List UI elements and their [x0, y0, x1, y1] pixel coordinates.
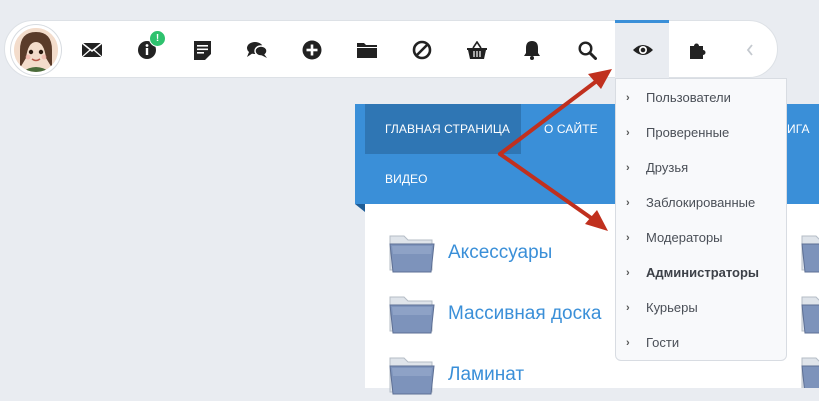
dropdown-item[interactable]: › Гости [616, 325, 786, 360]
category-label[interactable]: Массивная доска [448, 304, 601, 323]
notification-badge: ! [149, 30, 166, 47]
dropdown-item[interactable]: › Модераторы [616, 220, 786, 255]
dropdown-item-label: Модераторы [646, 230, 723, 245]
dropdown-item[interactable]: › Пользователи [616, 80, 786, 115]
chevron-right-icon: › [626, 196, 630, 209]
chat-icon[interactable] [246, 39, 268, 61]
category-item[interactable]: Аксессуары [388, 230, 552, 274]
dropdown-item-label: Проверенные [646, 125, 730, 140]
folder-icon [388, 352, 436, 396]
folder-icon[interactable] [356, 39, 378, 61]
folder-icon [388, 291, 436, 335]
dropdown-item[interactable]: › Курьеры [616, 290, 786, 325]
navbar-fold-corner [355, 204, 365, 212]
chevron-right-icon: › [626, 126, 630, 139]
nav-item-about[interactable]: О САЙТЕ [544, 122, 598, 136]
folder-icon [388, 230, 436, 274]
category-label[interactable]: Аксессуары [448, 243, 552, 262]
block-icon[interactable] [411, 39, 433, 61]
dropdown-item[interactable]: › Проверенные [616, 115, 786, 150]
category-item[interactable]: Ламинат [388, 352, 524, 396]
eye-icon[interactable] [632, 39, 654, 61]
chevron-right-icon: › [626, 231, 630, 244]
chevron-right-icon: › [626, 301, 630, 314]
dropdown-item-label: Курьеры [646, 300, 698, 315]
dropdown-item-label: Гости [646, 335, 680, 350]
chevron-right-icon: › [626, 336, 630, 349]
chevron-right-icon: › [626, 161, 630, 174]
chevron-left-icon[interactable] [739, 39, 761, 61]
folder-icon [800, 352, 819, 388]
add-icon[interactable] [301, 39, 323, 61]
chevron-right-icon: › [626, 266, 630, 279]
dropdown-item[interactable]: › Заблокированные [616, 185, 786, 220]
dropdown-item-label: Пользователи [646, 90, 731, 105]
search-icon[interactable] [576, 39, 598, 61]
nav-item-partial[interactable]: ИГА [787, 122, 810, 136]
notes-icon[interactable] [191, 39, 213, 61]
users-dropdown-menu: › Пользователи › Проверенные › Друзья › … [615, 78, 787, 361]
bell-icon[interactable] [521, 39, 543, 61]
folder-icon [800, 291, 819, 335]
nav-item-home[interactable]: ГЛАВНАЯ СТРАНИЦА [385, 122, 510, 136]
dropdown-item-label: Администраторы [646, 265, 760, 280]
mail-icon[interactable] [81, 39, 103, 61]
category-label[interactable]: Ламинат [448, 365, 524, 384]
dropdown-item-label: Заблокированные [646, 195, 756, 210]
dropdown-item-label: Друзья [646, 160, 689, 175]
puzzle-icon[interactable] [687, 39, 709, 61]
dropdown-item[interactable]: › Друзья [616, 150, 786, 185]
info-icon[interactable]: ! [136, 30, 166, 61]
avatar[interactable] [11, 25, 61, 75]
top-toolbar: ! [4, 20, 778, 79]
category-item[interactable]: Массивная доска [388, 291, 601, 335]
folder-icon [800, 230, 819, 274]
dropdown-item[interactable]: › Администраторы [616, 255, 786, 290]
nav-item-video[interactable]: ВИДЕО [385, 172, 428, 186]
basket-icon[interactable] [466, 39, 488, 61]
chevron-right-icon: › [626, 91, 630, 104]
